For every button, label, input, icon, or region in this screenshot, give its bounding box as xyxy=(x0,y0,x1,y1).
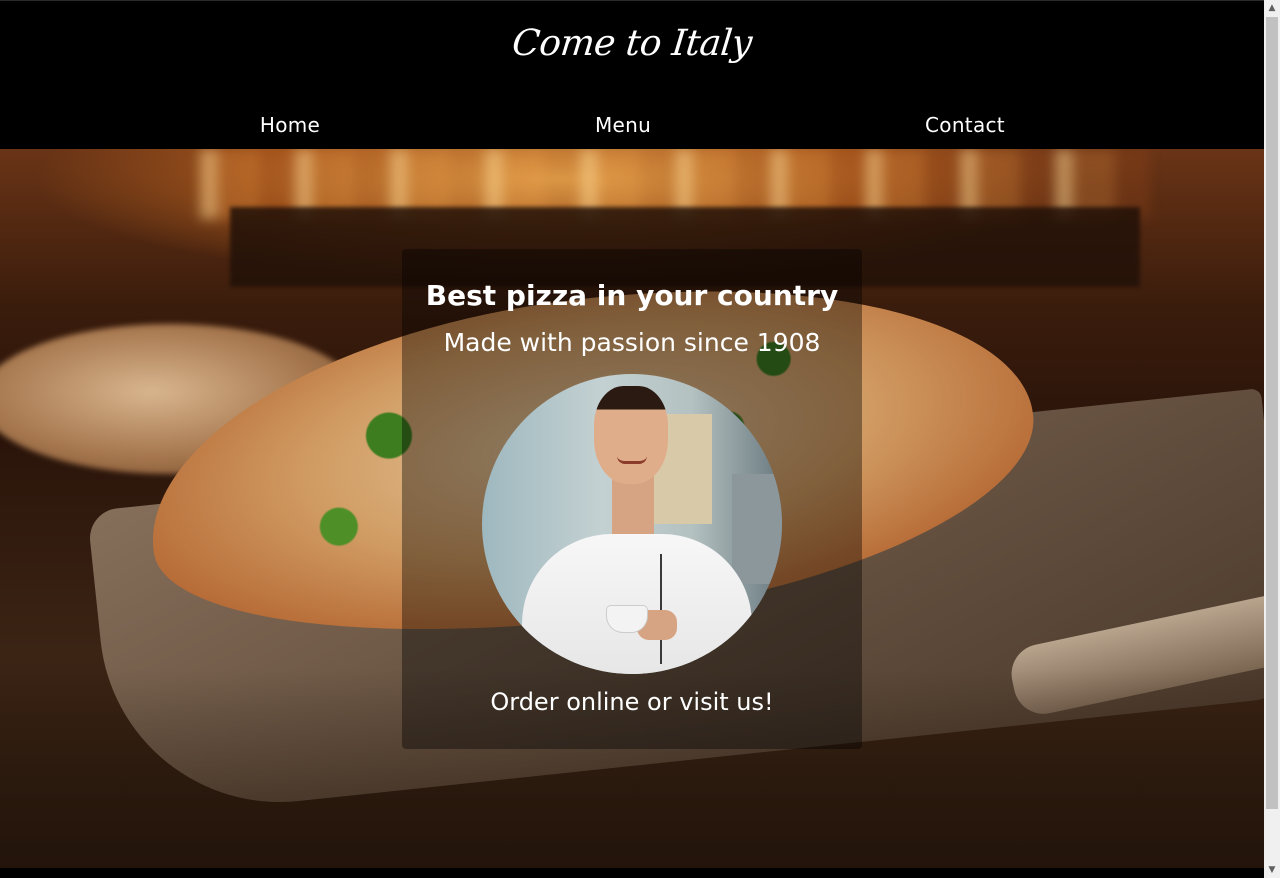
nav-item-menu[interactable]: Menu xyxy=(563,113,683,137)
chef-smile xyxy=(617,456,647,464)
nav-item-contact[interactable]: Contact xyxy=(905,113,1025,137)
nav-item-home[interactable]: Home xyxy=(230,113,350,137)
scroll-up-arrow-icon[interactable]: ▲ xyxy=(1264,0,1280,16)
scrollbar-thumb[interactable] xyxy=(1266,17,1278,809)
kitchen-fridge xyxy=(732,474,782,584)
chef-photo xyxy=(482,374,782,674)
site-header: Come to Italy Home Menu Contact xyxy=(0,1,1264,149)
chef-head xyxy=(594,386,668,484)
hero-headline: Best pizza in your country xyxy=(425,279,839,312)
page: Come to Italy Home Menu Contact Best piz… xyxy=(0,0,1264,868)
main-nav: Home Menu Contact xyxy=(0,113,1264,143)
site-logo[interactable]: Come to Italy xyxy=(0,23,1264,64)
chef-coat xyxy=(522,534,752,674)
coffee-cup xyxy=(607,606,647,632)
chef-coat-buttons xyxy=(660,554,664,664)
hero-cta[interactable]: Order online or visit us! xyxy=(0,688,1264,716)
scroll-down-arrow-icon[interactable]: ▼ xyxy=(1264,862,1280,878)
hero-subline: Made with passion since 1908 xyxy=(443,328,821,357)
vertical-scrollbar[interactable]: ▲ ▼ xyxy=(1264,0,1280,878)
window-bottom-edge xyxy=(0,868,1264,878)
